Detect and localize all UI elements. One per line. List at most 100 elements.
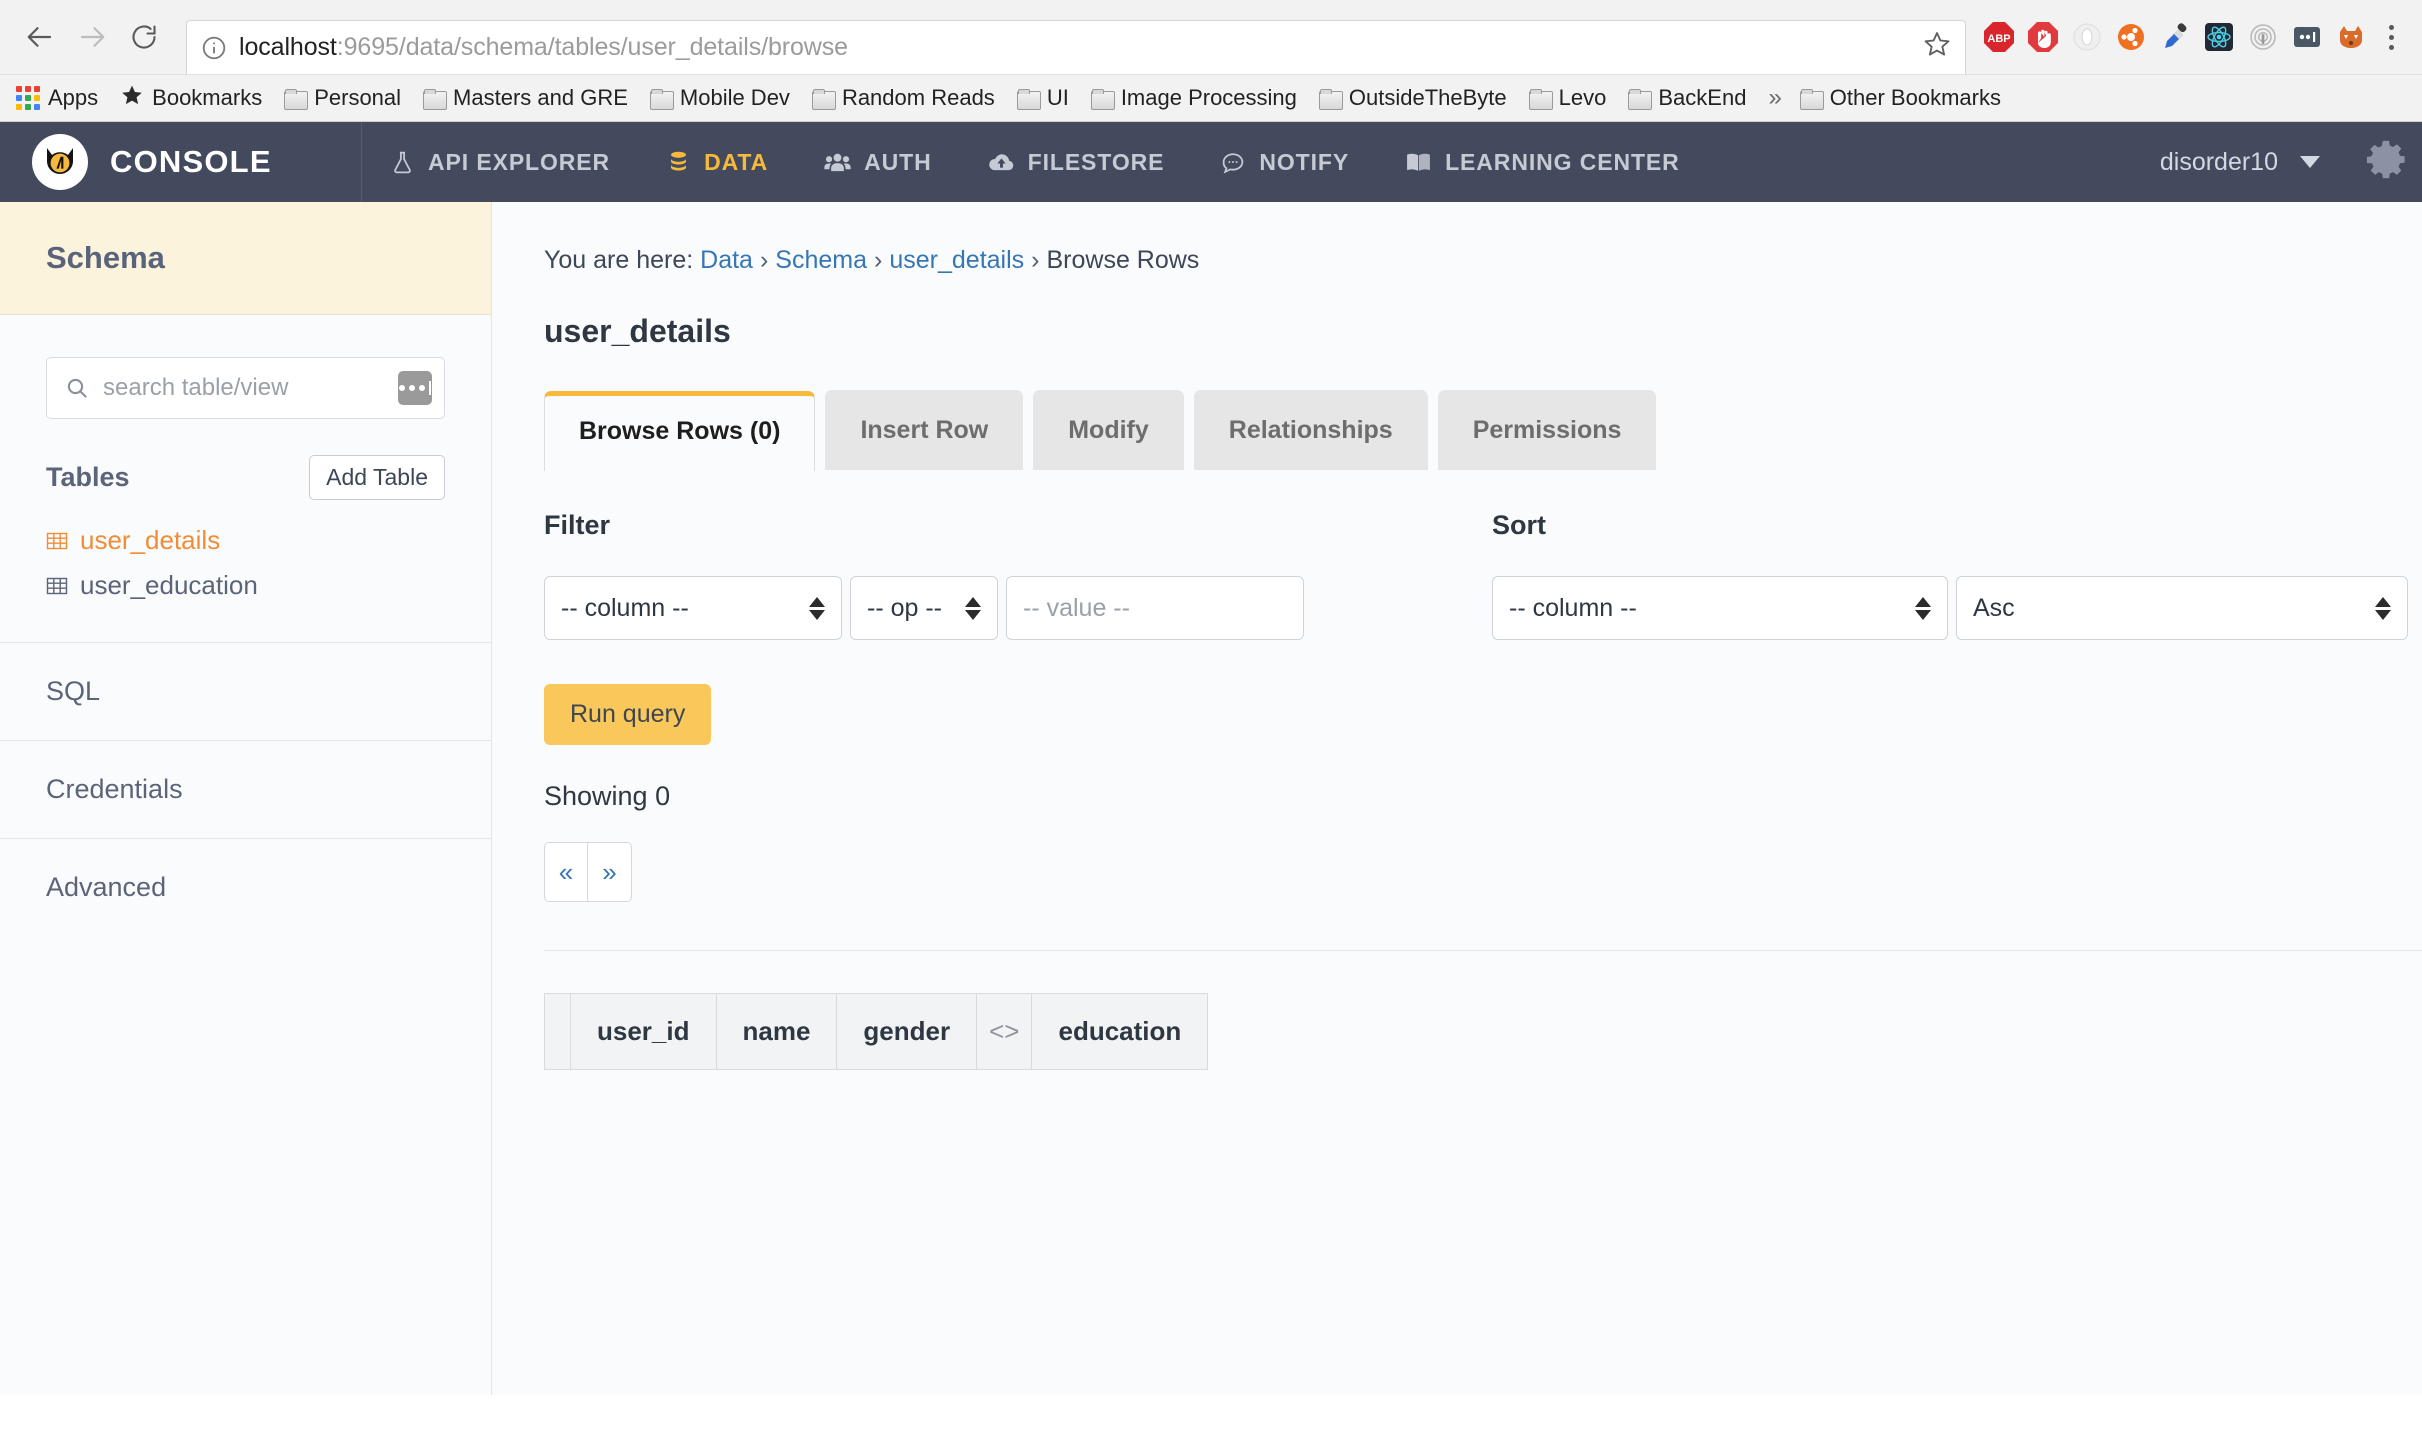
sidebar: Schema search table/view Tables Add Tabl… xyxy=(0,202,492,1395)
nav-item-api-explorer[interactable]: API EXPLORER xyxy=(362,122,638,202)
url-path: :9695/data/schema/tables/user_details/br… xyxy=(336,33,848,61)
pagination-prev-button[interactable]: « xyxy=(544,842,588,902)
forward-button[interactable] xyxy=(66,11,118,63)
table-header-name[interactable]: name xyxy=(715,993,838,1070)
bookmark-image-processing[interactable]: Image Processing xyxy=(1090,85,1297,111)
extension-icons: ABP xyxy=(1974,20,2368,54)
settings-button[interactable] xyxy=(2350,122,2422,202)
nav-item-label: AUTH xyxy=(864,148,932,175)
url-host: localhost xyxy=(239,33,337,61)
chevron-down-icon xyxy=(2300,156,2320,168)
tab-insert-row[interactable]: Insert Row xyxy=(825,390,1024,470)
breadcrumb-link-data[interactable]: Data xyxy=(700,246,753,274)
tab-permissions[interactable]: Permissions xyxy=(1437,390,1657,470)
sidebar-table-user-education[interactable]: user_education xyxy=(0,563,491,608)
adblock-plus-icon[interactable]: ABP xyxy=(1982,20,2016,54)
tab-relationships[interactable]: Relationships xyxy=(1193,390,1428,470)
lastpass-fill-icon[interactable] xyxy=(398,371,432,405)
sidebar-item-credentials[interactable]: Credentials xyxy=(0,740,491,838)
sort-direction-select[interactable]: Asc xyxy=(1956,576,2408,640)
wifi-signal-icon[interactable] xyxy=(2246,20,2280,54)
nav-item-auth[interactable]: AUTH xyxy=(796,122,959,202)
ubuntu-icon[interactable] xyxy=(2114,20,2148,54)
sidebar-table-list: user_details user_education xyxy=(0,500,491,642)
sort-column-select[interactable]: -- column -- xyxy=(1492,576,1948,640)
sidebar-schema-header: Schema xyxy=(0,202,491,315)
filter-value-input[interactable]: -- value -- xyxy=(1006,576,1304,640)
bookmark-random-reads[interactable]: Random Reads xyxy=(811,85,995,111)
filter-op-select[interactable]: -- op -- xyxy=(850,576,998,640)
nav-item-label: NOTIFY xyxy=(1259,148,1350,175)
bookmark-levo[interactable]: Levo xyxy=(1528,85,1606,111)
filter-label: Filter xyxy=(544,510,611,540)
address-bar[interactable]: localhost:9695/data/schema/tables/user_d… xyxy=(186,20,1966,74)
bookmark-backend[interactable]: BackEnd xyxy=(1628,85,1746,111)
bookmark-other-bookmarks[interactable]: Other Bookmarks xyxy=(1799,85,2001,111)
react-devtools-icon[interactable] xyxy=(2202,20,2236,54)
pagination: « » xyxy=(544,812,2422,902)
bookmark-personal[interactable]: Personal xyxy=(284,85,401,111)
search-input[interactable]: search table/view xyxy=(46,357,445,419)
nav-item-data[interactable]: DATA xyxy=(638,122,796,202)
breadcrumb-link-schema[interactable]: Schema xyxy=(775,246,867,274)
table-header-gender[interactable]: gender xyxy=(836,993,978,1070)
browser-menu-button[interactable] xyxy=(2374,17,2408,57)
adblock-hand-icon[interactable] xyxy=(2026,20,2060,54)
tab-modify[interactable]: Modify xyxy=(1033,390,1184,470)
lastpass-icon[interactable] xyxy=(2290,20,2324,54)
nav-item-learning-center[interactable]: LEARNING CENTER xyxy=(1377,122,1708,202)
run-query-button[interactable]: Run query xyxy=(544,684,712,745)
bookmark-outsidethebyte[interactable]: OutsideTheByte xyxy=(1318,85,1507,111)
bookmark-bookmarks[interactable]: Bookmarks xyxy=(120,83,262,113)
tab-bar: Browse Rows (0) Insert Row Modify Relati… xyxy=(544,390,2422,471)
user-menu[interactable]: disorder10 xyxy=(2160,148,2350,177)
sidebar-table-label: user_education xyxy=(80,570,258,600)
brand-logo-link[interactable]: CONSOLE xyxy=(0,122,362,202)
add-table-button[interactable]: Add Table xyxy=(309,455,445,500)
eyedropper-icon[interactable] xyxy=(2158,20,2192,54)
ghostery-icon[interactable] xyxy=(2070,20,2104,54)
sidebar-item-sql[interactable]: SQL xyxy=(0,642,491,740)
table-header-expand-icon[interactable]: <> xyxy=(976,993,1033,1070)
sort-row: -- column -- Asc xyxy=(1492,576,2408,640)
bookmark-label: Apps xyxy=(48,85,99,110)
select-spinner-icon xyxy=(1903,596,1931,620)
sort-label: Sort xyxy=(1492,510,1546,540)
nav-item-label: LEARNING CENTER xyxy=(1445,148,1680,175)
browser-toolbar: localhost:9695/data/schema/tables/user_d… xyxy=(0,0,2422,74)
folder-icon xyxy=(423,88,448,110)
back-button[interactable] xyxy=(14,11,66,63)
folder-icon xyxy=(1090,88,1115,110)
bookmark-star-icon[interactable] xyxy=(1905,30,1951,65)
bookmark-label: Random Reads xyxy=(841,85,995,110)
bookmark-mobile-dev[interactable]: Mobile Dev xyxy=(649,85,790,111)
nav-item-filestore[interactable]: FILESTORE xyxy=(960,122,1193,202)
pagination-next-button[interactable]: » xyxy=(588,842,632,902)
bookmark-apps[interactable]: Apps xyxy=(16,85,98,111)
sidebar-item-advanced[interactable]: Advanced xyxy=(0,838,491,936)
bookmark-label: BackEnd xyxy=(1658,85,1747,110)
sidebar-table-user-details[interactable]: user_details xyxy=(0,518,491,563)
folder-icon xyxy=(284,88,309,110)
bookmark-masters-and-gre[interactable]: Masters and GRE xyxy=(423,85,628,111)
sidebar-search-wrap: search table/view xyxy=(0,315,491,419)
folder-icon xyxy=(1528,88,1553,110)
apps-grid-icon xyxy=(16,86,40,110)
site-info-icon[interactable] xyxy=(201,35,227,61)
svg-text:ABP: ABP xyxy=(1987,33,2010,45)
tab-browse-rows[interactable]: Browse Rows (0) xyxy=(544,391,816,471)
filter-column-select[interactable]: -- column -- xyxy=(544,576,842,640)
bookmarks-overflow-chevron-icon[interactable]: » xyxy=(1768,84,1781,112)
nav-item-notify[interactable]: NOTIFY xyxy=(1192,122,1377,202)
folder-icon xyxy=(1318,88,1343,110)
firefox-fox-icon[interactable] xyxy=(2334,20,2368,54)
browser-chrome: localhost:9695/data/schema/tables/user_d… xyxy=(0,0,2422,122)
other-bookmarks-label: Other Bookmarks xyxy=(1829,85,2001,110)
table-header-education[interactable]: education xyxy=(1031,993,1209,1070)
breadcrumb-link-user-details[interactable]: user_details xyxy=(889,246,1024,274)
bookmark-ui[interactable]: UI xyxy=(1016,85,1069,111)
select-spinner-icon xyxy=(953,596,981,620)
reload-button[interactable] xyxy=(118,11,170,63)
table-header-user-id[interactable]: user_id xyxy=(570,993,717,1070)
breadcrumb: You are here: Data › Schema › user_details › B… xyxy=(544,246,2422,275)
